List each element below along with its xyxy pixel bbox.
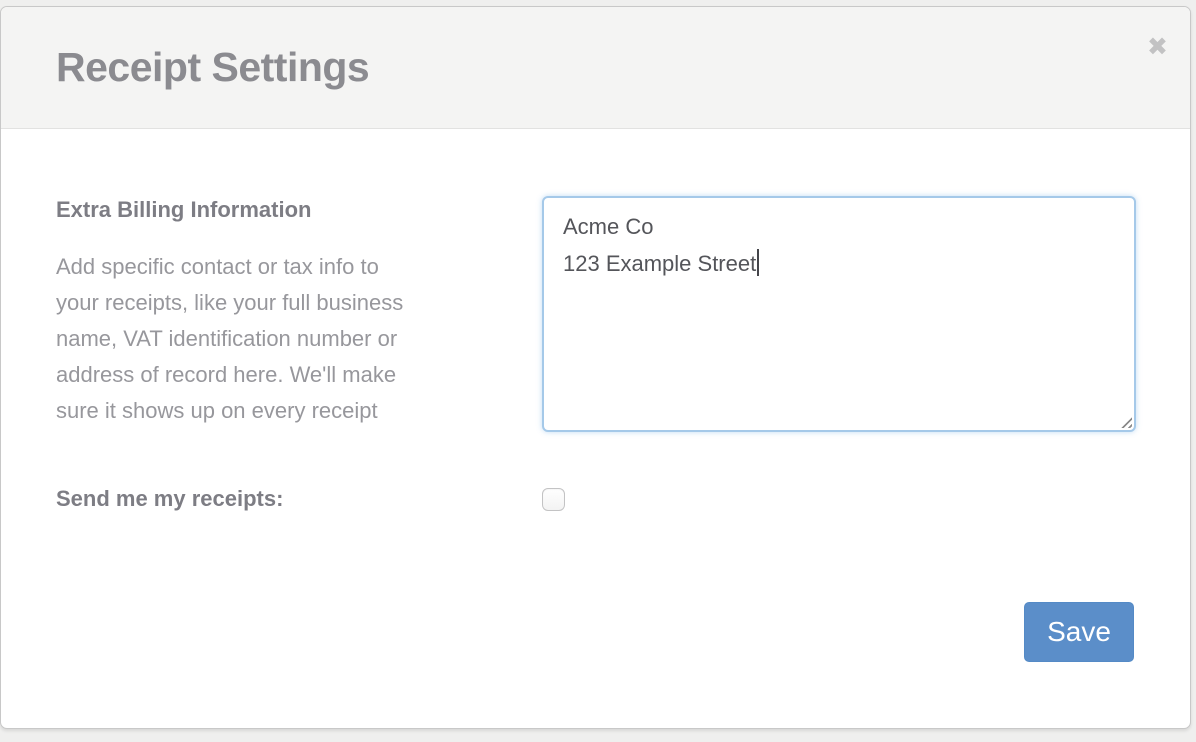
- modal-title: Receipt Settings: [56, 44, 369, 91]
- description-line: name, VAT identification number or: [56, 321, 486, 357]
- extra-billing-label: Extra Billing Information: [56, 196, 486, 224]
- send-receipts-checkbox[interactable]: [542, 488, 565, 511]
- extra-billing-textarea[interactable]: Acme Co 123 Example Street: [542, 196, 1136, 432]
- receipt-settings-modal: Receipt Settings ✖ Extra Billing Informa…: [0, 6, 1191, 729]
- description-line: sure it shows up on every receipt: [56, 393, 486, 429]
- textarea-line: Acme Co: [563, 208, 1115, 245]
- text-caret: [757, 249, 759, 276]
- extra-billing-description: Add specific contact or tax info to your…: [56, 249, 486, 429]
- send-receipts-label-column: Send me my receipts:: [56, 485, 486, 513]
- modal-header: Receipt Settings ✖: [1, 7, 1190, 129]
- textarea-line-text: 123 Example Street: [563, 251, 756, 276]
- send-receipts-label: Send me my receipts:: [56, 485, 486, 513]
- description-line: your receipts, like your full business: [56, 285, 486, 321]
- modal-body: Extra Billing Information Add specific c…: [1, 129, 1190, 727]
- extra-billing-section: Extra Billing Information Add specific c…: [56, 196, 1190, 432]
- extra-billing-text-column: Extra Billing Information Add specific c…: [56, 196, 486, 429]
- send-receipts-section: Send me my receipts:: [56, 485, 1190, 513]
- textarea-line-text: Acme Co: [563, 214, 653, 239]
- textarea-line: 123 Example Street: [563, 245, 1115, 282]
- close-icon[interactable]: ✖: [1147, 35, 1168, 60]
- description-line: address of record here. We'll make: [56, 357, 486, 393]
- description-line: Add specific contact or tax info to: [56, 249, 486, 285]
- save-button[interactable]: Save: [1024, 602, 1134, 662]
- resize-handle-icon[interactable]: [1118, 414, 1132, 428]
